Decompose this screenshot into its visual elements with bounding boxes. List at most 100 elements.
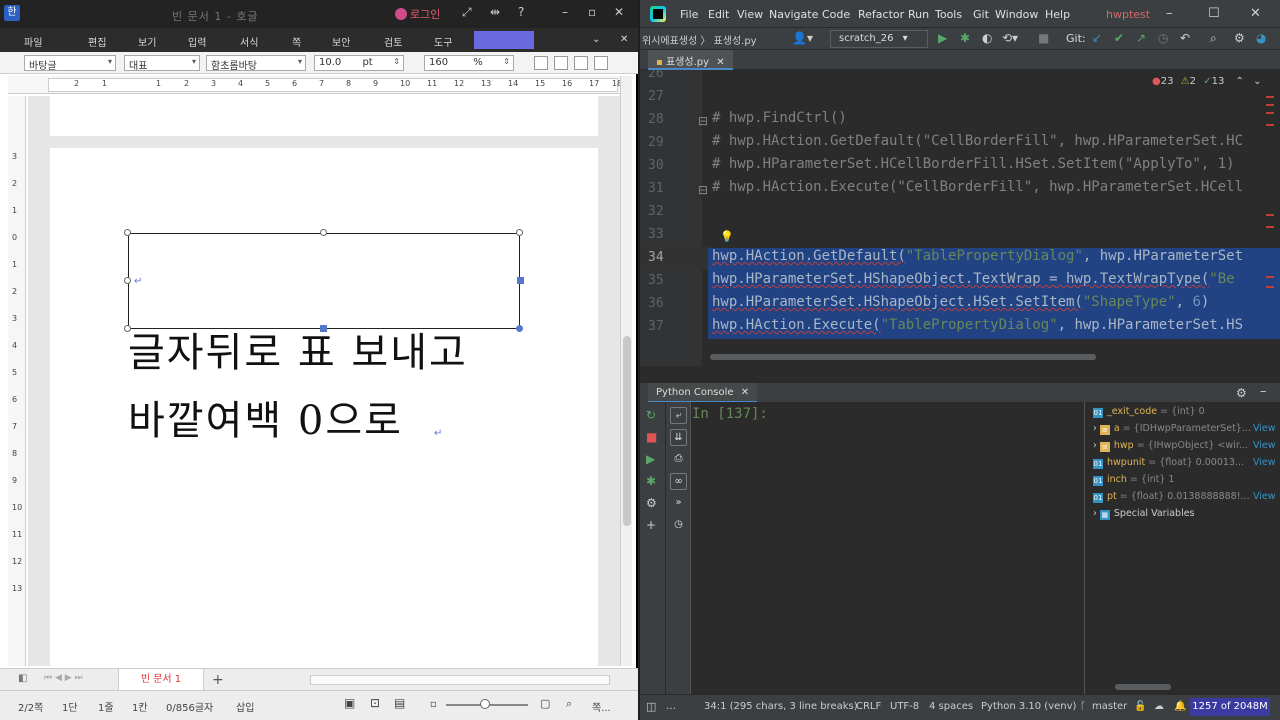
- status-git-branch[interactable]: master: [1092, 701, 1127, 712]
- horizontal-scrollbar[interactable]: [310, 675, 610, 685]
- expand-icon[interactable]: ›: [1093, 423, 1097, 434]
- settings-gear-icon[interactable]: ⚙: [646, 496, 657, 510]
- zoom-slider[interactable]: [446, 699, 528, 709]
- more-actions-icon[interactable]: »: [670, 495, 687, 512]
- settings-gear-icon[interactable]: ⚙: [1236, 386, 1247, 400]
- variable-row[interactable]: › ▦ Special Variables: [1093, 508, 1195, 520]
- minimize-button[interactable]: –: [1166, 6, 1173, 21]
- style-select[interactable]: 바탕글 ▾: [24, 55, 116, 72]
- language-select[interactable]: 대표 ▾: [124, 55, 200, 72]
- menu-tools[interactable]: 도구: [434, 34, 452, 49]
- error-stripe-marker[interactable]: [1266, 104, 1274, 106]
- page-1[interactable]: [50, 96, 598, 136]
- variable-row[interactable]: › ≡ a = {IDHwpParameterSet}... View: [1093, 423, 1276, 435]
- tab-python-console[interactable]: Python Console ✕: [648, 383, 758, 403]
- horizontal-ruler[interactable]: 2 1 1 2 3 4 5 6 7 8 9 10 11 12 13 14 15 …: [8, 76, 628, 94]
- view-page-icon[interactable]: ▤: [394, 696, 405, 710]
- login-button[interactable]: 로그인: [395, 6, 440, 22]
- variable-row[interactable]: › ≡ hwp = {IHwpObject} <wir... View: [1093, 440, 1276, 452]
- document-text-line-1[interactable]: 글자뒤로 표 보내고: [128, 320, 468, 378]
- view-link[interactable]: View: [1253, 440, 1276, 451]
- align-justify-icon[interactable]: [534, 56, 548, 70]
- variable-row[interactable]: 01 hwpunit = {float} 0.00013... View: [1093, 457, 1276, 469]
- git-commit-icon[interactable]: ✔: [1114, 31, 1124, 45]
- status-caret-position[interactable]: 34:1 (295 chars, 3 line breaks): [704, 701, 858, 712]
- minimize-button[interactable]: –: [562, 5, 568, 19]
- variable-row[interactable]: 01 inch = {int} 1: [1093, 474, 1174, 486]
- coverage-icon[interactable]: ◐: [982, 31, 992, 45]
- menu-file[interactable]: 파일: [24, 34, 42, 49]
- menu-git[interactable]: Git: [973, 8, 989, 21]
- cloud-icon[interactable]: ☁: [1154, 701, 1164, 712]
- align-right-icon[interactable]: [594, 56, 608, 70]
- status-indent[interactable]: 4 spaces: [929, 701, 973, 712]
- zoom-page-label[interactable]: 쪽...: [592, 699, 611, 714]
- hide-panel-icon[interactable]: –: [1260, 384, 1267, 399]
- add-console-icon[interactable]: +: [646, 518, 656, 532]
- error-stripe-marker[interactable]: [1266, 214, 1274, 216]
- document-text-line-2[interactable]: 바깥여백 0으로: [128, 388, 403, 446]
- font-size-input[interactable]: 10.0 pt ⇕: [314, 55, 404, 71]
- debug-icon[interactable]: ✱: [646, 474, 656, 488]
- status-encoding[interactable]: UTF-8: [890, 701, 919, 712]
- resize-handle[interactable]: [124, 229, 131, 236]
- error-stripe-marker[interactable]: [1266, 112, 1274, 114]
- zoom-out-icon[interactable]: ▫: [430, 699, 437, 710]
- menu-view[interactable]: 보기: [138, 34, 156, 49]
- collapse-ribbon-icon[interactable]: ⌄: [592, 34, 600, 45]
- scroll-to-end-icon[interactable]: ⇊: [670, 429, 687, 446]
- error-stripe-marker[interactable]: [1266, 286, 1274, 288]
- menu-review[interactable]: 검토: [384, 34, 402, 49]
- view-normal-icon[interactable]: ▣: [344, 696, 355, 710]
- error-stripe-marker[interactable]: [1266, 276, 1274, 278]
- resize-handle[interactable]: [516, 229, 523, 236]
- font-select[interactable]: 함초롬바탕 ▾: [206, 55, 306, 72]
- stop-icon[interactable]: ■: [646, 430, 657, 444]
- view-link[interactable]: View: [1253, 457, 1276, 468]
- stop-icon[interactable]: ■: [1038, 31, 1049, 45]
- error-stripe-marker[interactable]: [1266, 226, 1274, 228]
- lock-icon[interactable]: 🔓: [1134, 701, 1146, 712]
- status-interpreter[interactable]: Python 3.10 (venv): [981, 701, 1076, 712]
- vertical-scrollbar[interactable]: [620, 76, 632, 666]
- zoom-slider-knob[interactable]: [480, 699, 490, 709]
- history-icon[interactable]: ◷: [1158, 31, 1168, 45]
- resize-handle[interactable]: [124, 277, 131, 284]
- debug-icon[interactable]: ✱: [960, 31, 970, 45]
- tab-file[interactable]: ▪ 표생성.py ✕: [648, 50, 733, 70]
- status-insert-mode[interactable]: 삽입: [236, 699, 254, 714]
- user-icon[interactable]: 👤▾: [792, 31, 813, 45]
- settings-gear-icon[interactable]: ⚙: [1234, 31, 1245, 45]
- fold-icon[interactable]: ⊟: [698, 114, 708, 128]
- view-width-icon[interactable]: ⊡: [370, 696, 380, 710]
- add-tab-button[interactable]: +: [212, 672, 224, 688]
- tool-windows-icon[interactable]: ◫: [646, 700, 656, 713]
- error-stripe-marker[interactable]: [1266, 124, 1274, 126]
- table-mode-toggle[interactable]: [474, 31, 534, 49]
- tab-nav-arrows-icon[interactable]: ⏮ ◀ ▶ ⏭: [44, 673, 83, 683]
- sheet-nav-icon[interactable]: ◧: [18, 673, 27, 684]
- expand-icon[interactable]: ›: [1093, 508, 1097, 519]
- memory-indicator[interactable]: 1257 of 2048M: [1190, 698, 1270, 716]
- profile-icon[interactable]: ⟲▾: [1002, 31, 1018, 45]
- zoom-input[interactable]: 160 % ⇕: [424, 55, 514, 71]
- ribbon-close-icon[interactable]: ✕: [620, 34, 628, 45]
- menu-security[interactable]: 보안: [332, 34, 350, 49]
- soft-wrap-icon[interactable]: ⤶: [670, 407, 687, 424]
- scrollbar-thumb[interactable]: [623, 336, 631, 526]
- menu-refactor[interactable]: Refactor: [858, 8, 904, 21]
- menu-view[interactable]: View: [737, 8, 763, 21]
- history-icon[interactable]: ◷: [670, 517, 687, 534]
- maximize-button[interactable]: ▫: [588, 5, 596, 19]
- resize-handle[interactable]: [517, 277, 524, 284]
- console-prompt[interactable]: In [137]:: [692, 406, 768, 422]
- zoom-in-icon[interactable]: ▢: [540, 697, 550, 710]
- print-icon[interactable]: ⎙: [670, 451, 687, 468]
- notification-bell-icon[interactable]: 🔔: [1174, 701, 1186, 712]
- breadcrumb[interactable]: 위시에표생성 〉 표생성.py: [642, 32, 757, 47]
- editor-horizontal-scrollbar[interactable]: [710, 354, 1096, 360]
- search-icon[interactable]: ⌕: [1210, 31, 1217, 46]
- variables-scrollbar[interactable]: [1115, 684, 1171, 690]
- menu-window[interactable]: Window: [995, 8, 1038, 21]
- rollback-icon[interactable]: ↶: [1180, 31, 1190, 45]
